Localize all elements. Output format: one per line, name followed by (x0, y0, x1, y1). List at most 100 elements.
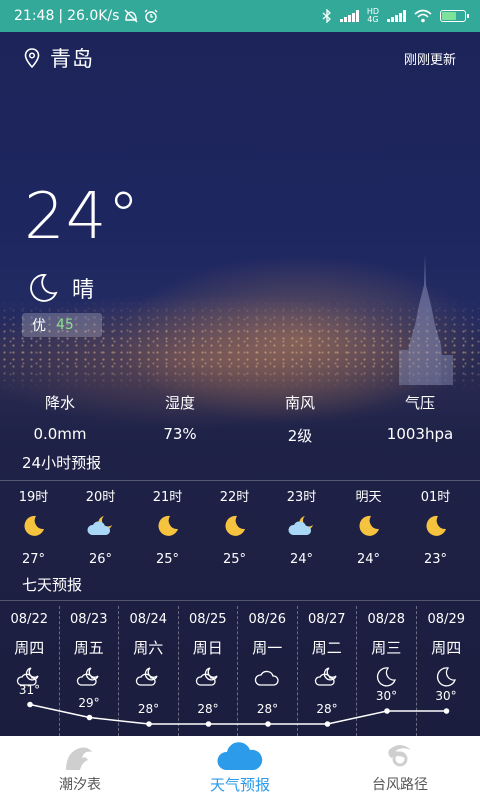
day-item[interactable]: 08/28 周三 30° (357, 606, 417, 736)
bluetooth-icon (322, 9, 331, 23)
hourly-forecast[interactable]: 19时 27° 20时 26° 21时 25° 22时 25° 23时 24° … (0, 486, 480, 567)
hour-time: 21时 (152, 490, 183, 505)
day-weekday: 周日 (192, 639, 223, 657)
cloudy-night-outline-icon (195, 667, 218, 686)
day-date: 08/28 (367, 612, 405, 627)
cell-signal-2-icon (387, 10, 406, 22)
stat-value: 73% (163, 425, 197, 443)
location-pin-icon[interactable] (24, 48, 40, 68)
cloudy-night-outline-icon (76, 667, 99, 686)
day-high: 28° (316, 702, 338, 716)
tab-typhoon[interactable]: 台风路径 (320, 736, 480, 800)
hour-time: 22时 (219, 490, 250, 505)
tab-weather[interactable]: 天气预报 (160, 736, 320, 800)
moon-icon (425, 515, 446, 536)
stat-value: 1003hpa (386, 425, 454, 443)
moon-icon (358, 515, 379, 536)
moon-icon (23, 515, 44, 536)
tower-silhouette (399, 255, 453, 385)
status-bar: 21:48 | 26.0K/s HD 4G (0, 0, 480, 32)
day-weekday: 周六 (133, 639, 164, 657)
city-name[interactable]: 青岛 (50, 43, 94, 73)
hour-item: 20时 26° (67, 486, 134, 567)
hour-item: 19时 27° (0, 486, 67, 567)
daily-forecast[interactable]: 08/22 周四 31° 08/23 周五 29° 08/24 周六 28° 0… (0, 606, 480, 736)
day-item[interactable]: 08/25 周日 28° (179, 606, 238, 736)
day-high: 29° (78, 695, 100, 710)
hour-temp: 23° (423, 552, 448, 567)
stat-wind: 南风 2级 (240, 392, 360, 446)
bottom-tab-bar: 潮汐表 天气预报 台风路径 (0, 736, 480, 800)
hour-time: 01时 (420, 490, 451, 505)
day-weekday: 周二 (311, 639, 342, 657)
cloudy-night-outline-icon (136, 667, 158, 686)
location-header: 青岛 刚刚更新 (24, 44, 456, 72)
daily-title: 七天预报 (22, 576, 83, 594)
stat-label: 湿度 (164, 394, 195, 412)
stat-value: 0.0mm (33, 425, 87, 443)
tab-tide[interactable]: 潮汐表 (0, 736, 160, 800)
day-date: 08/26 (248, 612, 286, 627)
hour-time: 23时 (286, 490, 317, 505)
wave-icon (66, 747, 92, 770)
day-item[interactable]: 08/22 周四 31° (0, 606, 60, 736)
day-high: 30° (375, 689, 398, 703)
cell-signal-icon (339, 10, 359, 22)
day-date: 08/23 (70, 612, 108, 627)
cloud-outline-icon (255, 670, 279, 686)
day-item[interactable]: 08/29 周四 30° (417, 606, 477, 736)
day-high: 28° (197, 702, 219, 716)
hour-temp: 25° (155, 552, 180, 567)
cloud-icon (217, 742, 263, 770)
hour-time: 19时 (18, 490, 49, 505)
day-weekday: 周五 (73, 639, 104, 657)
status-divider: | (58, 8, 64, 24)
aqi-label: 优 (32, 318, 46, 334)
day-item[interactable]: 08/24 周六 28° (119, 606, 179, 736)
hour-temp: 27° (21, 552, 46, 567)
day-item[interactable]: 08/27 周二 28° (298, 606, 357, 736)
tab-label: 潮汐表 (59, 777, 101, 793)
day-date: 08/25 (189, 612, 227, 627)
battery-icon (440, 10, 469, 22)
stat-value: 2级 (287, 427, 313, 445)
hour-time: 20时 (85, 490, 116, 505)
stat-label: 南风 (284, 394, 315, 412)
hour-temp: 25° (222, 552, 247, 567)
no-disturb-icon (124, 9, 138, 23)
aqi-value: 45 (56, 317, 74, 333)
day-item[interactable]: 08/23 周五 29° (60, 606, 119, 736)
hour-item: 23时 24° (268, 486, 335, 567)
day-high: 31° (18, 682, 41, 697)
moon-icon (157, 515, 178, 536)
day-date: 08/24 (129, 612, 167, 627)
cloudy-night-outline-icon (314, 667, 337, 686)
moon-outline-icon (437, 667, 457, 687)
hour-time: 明天 (355, 490, 382, 505)
stat-pressure: 气压 1003hpa (360, 392, 480, 446)
hourly-top-divider (0, 480, 480, 481)
stat-label: 气压 (404, 394, 435, 412)
hour-item: 21时 25° (134, 486, 201, 567)
day-weekday: 周四 (431, 639, 462, 657)
condition-text: 晴 (72, 278, 95, 303)
current-temperature: 24° (24, 180, 141, 254)
alarm-icon (144, 9, 158, 23)
hourly-title: 24小时预报 (22, 454, 102, 472)
aqi-badge[interactable]: 优 45 (22, 313, 102, 337)
hour-item: 01时 23° (402, 486, 469, 567)
typhoon-icon (388, 745, 411, 767)
day-high: 28° (256, 702, 279, 716)
status-net-speed: 26.0K/s (67, 8, 120, 24)
day-date: 08/27 (308, 612, 346, 627)
cloudy-night-icon (287, 516, 313, 535)
stat-precipitation: 降水 0.0mm (0, 392, 120, 446)
day-weekday: 周一 (252, 639, 283, 657)
current-condition: 晴 (26, 272, 94, 304)
hour-item: 22时 25° (201, 486, 268, 567)
moon-icon (30, 274, 58, 302)
day-high: 30° (435, 689, 457, 703)
tab-label: 台风路径 (372, 777, 428, 793)
moon-icon (224, 515, 245, 536)
day-item[interactable]: 08/26 周一 28° (238, 606, 298, 736)
